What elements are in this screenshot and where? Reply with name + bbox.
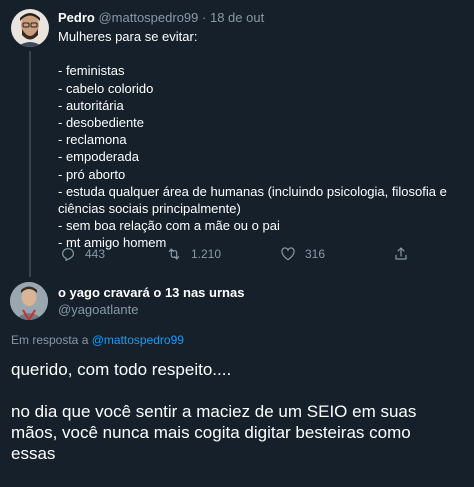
retweet-count: 1.210 [191,247,222,261]
like-button[interactable]: 316 [280,246,325,262]
share-icon [393,246,409,262]
reply-paragraph-2-line-3: essas [11,444,56,463]
tweet-header: Pedro @mattospedro99 · 18 de out [58,10,468,26]
tweet-content: Pedro @mattospedro99 · 18 de out Mulhere… [58,10,468,252]
share-button[interactable] [393,246,409,262]
tweet-text: Mulheres para se evitar: - feministas - … [58,28,468,252]
user-handle[interactable]: @mattospedro99 [98,10,198,25]
tweet-line: - reclamona [58,132,127,148]
tweet-line: - cabelo colorido [58,80,154,96]
tweet-line: - feministas [58,63,125,79]
retweet-icon [166,246,182,262]
replying-to-label: Em resposta a [11,333,89,347]
reply-icon [60,246,76,262]
tweet-actions: 443 1.210 316 [60,246,460,264]
reply-paragraph-2-line-2: mãos, você nunca mais cogita digitar bes… [11,423,411,442]
reply-paragraph-1: querido, com todo respeito.... [11,360,232,379]
header-separator: · [202,10,207,25]
avatar-yago[interactable] [10,282,48,320]
replying-to-handle-link[interactable]: @mattospedro99 [92,333,184,347]
reply-user-handle[interactable]: @yagoatlante [58,302,244,318]
thread-connector-line [29,51,31,277]
tweet-line: - estuda qualquer área de humanas (inclu… [58,183,447,199]
reply-tweet-text: querido, com todo respeito.... no dia qu… [11,359,469,464]
tweet-line: - desobediente [58,115,145,130]
reply-paragraph-2-line-1: no dia que você sentir a maciez de um SE… [11,402,417,421]
retweet-button[interactable]: 1.210 [166,246,221,262]
replying-to: Em resposta a @mattospedro99 [11,333,184,347]
like-icon [280,246,296,262]
tweet-date[interactable]: 18 de out [210,10,264,25]
avatar-pedro[interactable] [11,9,49,47]
display-name[interactable]: Pedro [58,10,95,25]
reply-button[interactable]: 443 [60,246,105,262]
tweet-line: - empoderada [58,149,139,165]
reply-display-name[interactable]: o yago cravará o 13 nas urnas [58,285,244,301]
tweet-line: Mulheres para se evitar: [58,29,198,44]
tweet-line: - pró aborto [58,166,126,182]
reply-tweet-header: o yago cravará o 13 nas urnas @yagoatlan… [58,285,244,318]
original-tweet: Pedro @mattospedro99 · 18 de out Mulhere… [0,0,474,277]
like-count: 316 [305,247,326,261]
tweet-line: ciências sociais principalmente) [58,201,241,217]
tweet-line: - autoritária [58,97,124,113]
reply-count: 443 [85,247,106,261]
tweet-line: - sem boa relação com a mãe ou o pai [58,218,280,234]
